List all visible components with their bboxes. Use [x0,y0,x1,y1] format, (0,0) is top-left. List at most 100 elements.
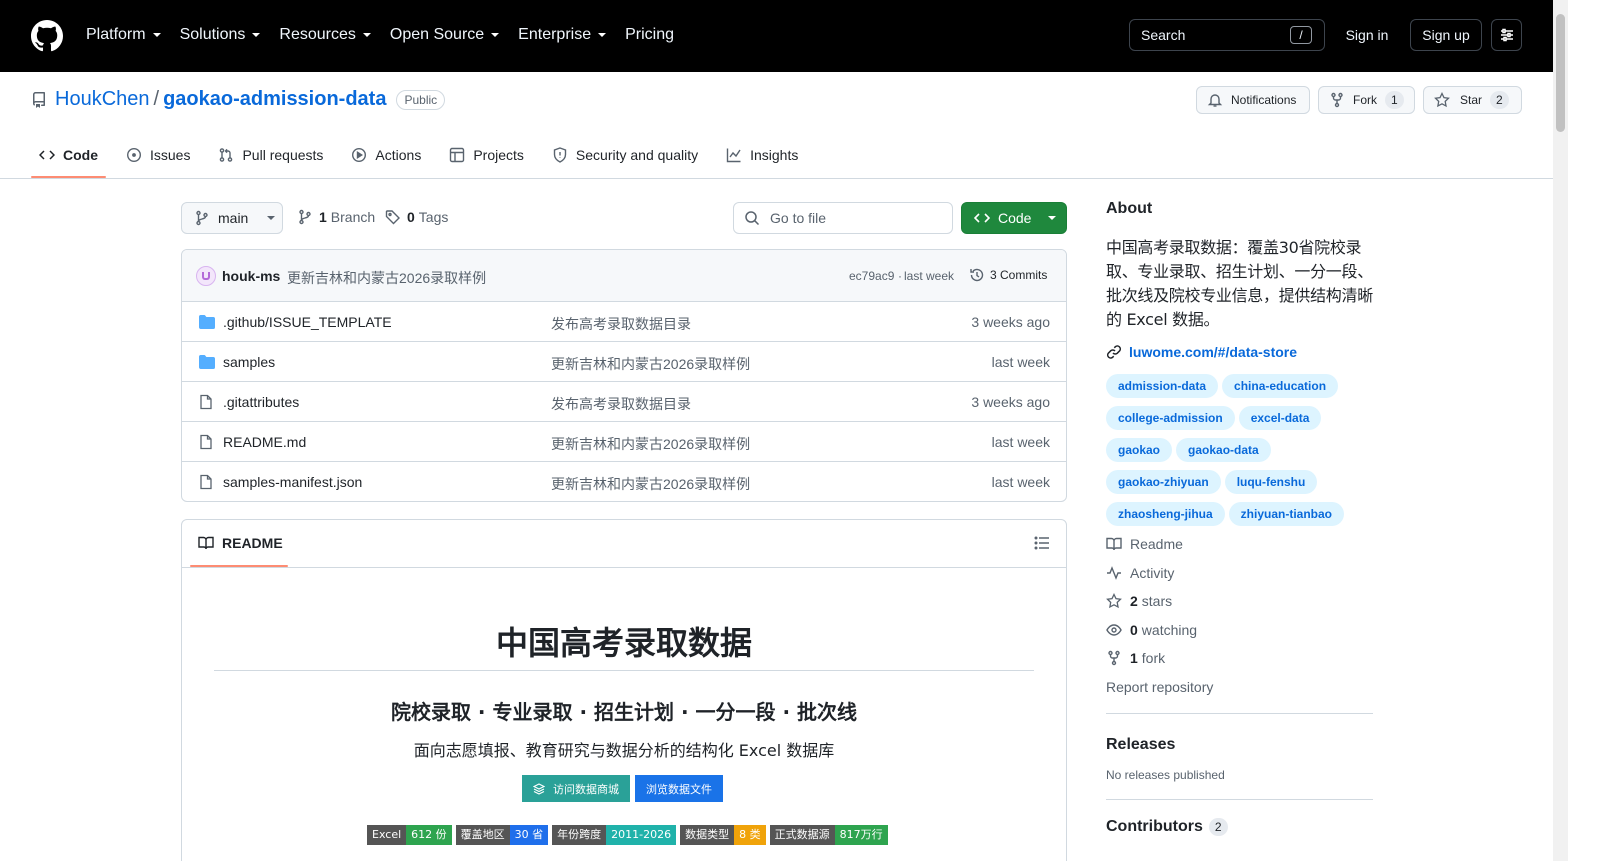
star-label: Star [1460,93,1483,107]
go-to-file-input[interactable]: Go to file [733,202,953,234]
global-header: Platform Solutions Resources Open Source… [0,0,1553,72]
file-row[interactable]: .gitattributes 发布高考录取数据目录 3 weeks ago [182,382,1066,422]
shield-label: Excel [367,825,407,845]
shield-value: 612 份 [406,825,452,845]
nav-solutions[interactable]: Solutions [180,22,262,48]
repo-owner-link[interactable]: HoukChen [55,88,150,111]
releases-empty: No releases published [1106,767,1225,782]
branches-link[interactable]: 1 Branch [297,209,375,225]
topic-tag[interactable]: college-admission [1106,406,1235,430]
scrollbar-thumb[interactable] [1556,14,1565,132]
contributors-heading-row[interactable]: Contributors 2 [1106,817,1373,836]
nav-open-source[interactable]: Open Source [390,22,500,48]
nav-resources[interactable]: Resources [279,22,371,48]
tab-security[interactable]: Security and quality [544,136,706,174]
file-commit-message[interactable]: 更新吉林和内蒙古2026录取样例 [551,434,750,454]
readme-tab[interactable]: README [198,535,283,551]
branch-selector[interactable]: main [181,202,283,234]
file-time: last week [991,434,1050,450]
github-logo-icon[interactable] [31,20,63,52]
settings-menu-button[interactable] [1491,19,1522,51]
commit-message[interactable]: 更新吉林和内蒙古2026录取样例 [287,268,486,288]
tab-insights[interactable]: Insights [718,136,806,174]
topic-tag[interactable]: luqu-fenshu [1224,470,1318,494]
releases-heading[interactable]: Releases [1106,736,1373,754]
file-row[interactable]: samples 更新吉林和内蒙古2026录取样例 last week [182,342,1066,382]
commit-hash[interactable]: ec79ac9 [849,269,894,283]
tags-link[interactable]: 0 Tags [385,209,448,225]
stars-link[interactable]: 2 stars [1106,591,1373,611]
file-name[interactable]: .github/ISSUE_TEMPLATE [223,314,392,330]
file-name[interactable]: .gitattributes [223,394,299,410]
watchers-link[interactable]: 0 watching [1106,620,1373,640]
browse-files-badge[interactable]: 浏览数据文件 [635,775,723,802]
tab-projects[interactable]: Projects [441,136,532,174]
file-row[interactable]: README.md 更新吉林和内蒙古2026录取样例 last week [182,422,1066,462]
search-input[interactable]: Search / [1129,19,1325,51]
tab-code[interactable]: Code [31,136,106,178]
code-icon [39,150,55,160]
topic-tag[interactable]: zhiyuan-tianbao [1228,502,1345,526]
commits-link[interactable]: 3 Commits [969,267,1047,283]
report-repository-link[interactable]: Report repository [1106,677,1373,697]
star-count: 2 [1490,91,1509,109]
nav-pricing[interactable]: Pricing [625,22,674,48]
sign-up-button[interactable]: Sign up [1410,19,1482,51]
commit-author[interactable]: houk-ms [222,268,280,284]
file-commit-message[interactable]: 发布高考录取数据目录 [551,314,691,334]
activity-link[interactable]: Activity [1106,563,1373,583]
sidebar-divider [1106,712,1373,714]
shield-types[interactable]: 数据类型 8 类 [680,825,766,845]
file-commit-message[interactable]: 更新吉林和内蒙古2026录取样例 [551,354,750,374]
tag-count: 0 [407,209,415,225]
repo-name-link[interactable]: gaokao-admission-data [163,88,386,111]
shield-years[interactable]: 年份跨度 2011-2026 [552,825,677,845]
shield-excel[interactable]: Excel 612 份 [367,825,452,845]
sliders-icon [1500,28,1513,42]
file-row[interactable]: samples-manifest.json 更新吉林和内蒙古2026录取样例 l… [182,462,1066,501]
notifications-label: Notifications [1231,93,1297,107]
fork-button[interactable]: Fork 1 [1318,86,1415,114]
file-row[interactable]: .github/ISSUE_TEMPLATE 发布高考录取数据目录 3 week… [182,302,1066,342]
file-name[interactable]: samples-manifest.json [223,474,362,490]
readme-description: 面向志愿填报、教育研究与数据分析的结构化 Excel 数据库 [413,741,835,760]
forks-link[interactable]: 1 fork [1106,648,1373,668]
topic-tag[interactable]: zhaosheng-jihua [1106,502,1225,526]
topic-tag[interactable]: excel-data [1238,406,1322,430]
file-name[interactable]: samples [223,354,275,370]
shield-value: 2011-2026 [606,825,677,845]
data-store-badge[interactable]: 访问数据商城 [522,775,630,802]
watching-label: watching [1141,621,1198,638]
file-commit-message[interactable]: 更新吉林和内蒙古2026录取样例 [551,474,750,494]
tab-pull-requests[interactable]: Pull requests [210,136,331,174]
topic-tag[interactable]: china-education [1222,374,1339,398]
shield-rows[interactable]: 正式数据源 817万行 [769,825,888,845]
history-icon [970,268,984,282]
branch-count: 1 [319,209,327,225]
about-heading: About [1106,200,1153,217]
code-icon [974,213,990,223]
tab-issues[interactable]: Issues [118,136,198,174]
topic-tag[interactable]: admission-data [1106,374,1219,398]
latest-commit-bar: houk-ms 更新吉林和内蒙古2026录取样例 ec79ac9 · last … [182,250,1066,302]
file-commit-message[interactable]: 发布高考录取数据目录 [551,394,691,414]
star-button[interactable]: Star 2 [1423,86,1522,114]
outline-button[interactable] [1034,535,1050,551]
tab-actions[interactable]: Actions [343,136,429,174]
sign-in-link[interactable]: Sign in [1333,19,1401,51]
topic-tag[interactable]: gaokao-data [1176,438,1271,462]
nav-platform[interactable]: Platform [86,22,162,48]
avatar[interactable] [196,266,216,286]
homepage-link[interactable]: luwome.com/#/data-store [1106,344,1373,360]
shield-coverage[interactable]: 覆盖地区 30 省 [455,825,549,845]
notifications-button[interactable]: Notifications [1196,86,1310,114]
file-time: 3 weeks ago [971,394,1050,410]
code-dropdown-button[interactable]: Code [961,202,1067,234]
file-name[interactable]: README.md [223,434,306,450]
chevron-down-icon [362,33,371,37]
topic-tag[interactable]: gaokao [1106,438,1173,462]
chevron-down-icon [252,33,261,37]
topic-tag[interactable]: gaokao-zhiyuan [1106,470,1221,494]
readme-link[interactable]: Readme [1106,534,1373,554]
nav-enterprise[interactable]: Enterprise [518,22,607,48]
